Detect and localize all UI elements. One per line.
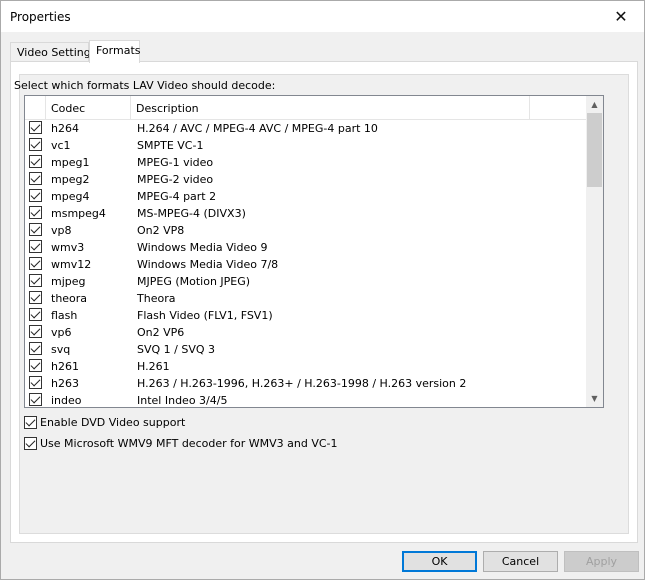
description-cell: H.264 / AVC / MPEG-4 AVC / MPEG-4 part 1…: [137, 122, 378, 135]
description-cell: MPEG-2 video: [137, 173, 214, 186]
wmv9-mft-checkbox[interactable]: [24, 437, 37, 450]
table-row[interactable]: wmv12 Windows Media Video 7/8: [25, 256, 586, 273]
table-row[interactable]: flash Flash Video (FLV1, FSV1): [25, 307, 586, 324]
header-check-column[interactable]: [25, 96, 46, 120]
row-checkbox[interactable]: [29, 223, 42, 236]
apply-button[interactable]: Apply: [564, 551, 639, 572]
row-checkbox[interactable]: [29, 121, 42, 134]
table-row[interactable]: vp8 On2 VP8: [25, 222, 586, 239]
description-cell: SVQ 1 / SVQ 3: [137, 343, 216, 356]
close-icon: ✕: [614, 7, 628, 26]
scrollbar-thumb[interactable]: [587, 113, 602, 187]
codec-cell: svq: [51, 343, 71, 356]
row-checkbox[interactable]: [29, 155, 42, 168]
codec-cell: h261: [51, 360, 79, 373]
cancel-button[interactable]: Cancel: [483, 551, 558, 572]
row-checkbox[interactable]: [29, 359, 42, 372]
description-cell: H.263 / H.263-1996, H.263+ / H.263-1998 …: [137, 377, 467, 390]
properties-dialog: Properties ✕ Video Settings Formats Sele…: [0, 0, 645, 580]
table-row[interactable]: wmv3 Windows Media Video 9: [25, 239, 586, 256]
description-cell: Flash Video (FLV1, FSV1): [137, 309, 273, 322]
row-checkbox[interactable]: [29, 240, 42, 253]
description-cell: H.261: [137, 360, 170, 373]
codec-cell: wmv3: [51, 241, 85, 254]
codec-cell: wmv12: [51, 258, 92, 271]
table-row[interactable]: msmpeg4 MS-MPEG-4 (DIVX3): [25, 205, 586, 222]
vertical-scrollbar[interactable]: ▲ ▼: [586, 96, 603, 407]
row-checkbox[interactable]: [29, 291, 42, 304]
codec-cell: h263: [51, 377, 79, 390]
description-cell: SMPTE VC-1: [137, 139, 204, 152]
wmv9-mft-label: Use Microsoft WMV9 MFT decoder for WMV3 …: [40, 437, 338, 450]
row-checkbox[interactable]: [29, 172, 42, 185]
chevron-up-icon: ▲: [591, 100, 598, 109]
table-row[interactable]: vc1 SMPTE VC-1: [25, 137, 586, 154]
ok-button[interactable]: OK: [402, 551, 477, 572]
row-checkbox[interactable]: [29, 257, 42, 270]
title-bar: Properties ✕: [1, 1, 644, 32]
description-cell: MS-MPEG-4 (DIVX3): [137, 207, 246, 220]
table-row[interactable]: indeo Intel Indeo 3/4/5: [25, 392, 586, 407]
table-row[interactable]: h263 H.263 / H.263-1996, H.263+ / H.263-1…: [25, 375, 586, 392]
window-title: Properties: [10, 10, 71, 24]
list-rows: h264 H.264 / AVC / MPEG-4 AVC / MPEG-4 pa…: [25, 120, 586, 407]
table-row[interactable]: h261 H.261: [25, 358, 586, 375]
row-checkbox[interactable]: [29, 274, 42, 287]
header-filler: [530, 96, 586, 120]
dvd-support-label: Enable DVD Video support: [40, 416, 186, 429]
description-cell: On2 VP6: [137, 326, 185, 339]
codec-cell: flash: [51, 309, 78, 322]
codec-cell: mpeg4: [51, 190, 90, 203]
scroll-up-button[interactable]: ▲: [586, 96, 603, 113]
description-cell: On2 VP8: [137, 224, 185, 237]
description-cell: Windows Media Video 7/8: [137, 258, 279, 271]
description-cell: Theora: [137, 292, 176, 305]
table-row[interactable]: mpeg2 MPEG-2 video: [25, 171, 586, 188]
codec-cell: mpeg1: [51, 156, 90, 169]
codec-cell: msmpeg4: [51, 207, 106, 220]
row-checkbox[interactable]: [29, 206, 42, 219]
table-row[interactable]: mpeg4 MPEG-4 part 2: [25, 188, 586, 205]
codec-cell: theora: [51, 292, 88, 305]
formats-prompt: Select which formats LAV Video should de…: [14, 79, 276, 92]
row-checkbox[interactable]: [29, 342, 42, 355]
table-row[interactable]: theora Theora: [25, 290, 586, 307]
codec-cell: indeo: [51, 394, 82, 407]
formats-list[interactable]: Codec Description h264 H.264 / AVC / MPEG…: [24, 95, 604, 408]
description-cell: MPEG-4 part 2: [137, 190, 217, 203]
header-codec[interactable]: Codec: [46, 96, 131, 120]
description-cell: Windows Media Video 9: [137, 241, 268, 254]
table-row[interactable]: h264 H.264 / AVC / MPEG-4 AVC / MPEG-4 pa…: [25, 120, 586, 137]
row-checkbox[interactable]: [29, 189, 42, 202]
row-checkbox[interactable]: [29, 138, 42, 151]
table-row[interactable]: svq SVQ 1 / SVQ 3: [25, 341, 586, 358]
tab-video-settings[interactable]: Video Settings: [10, 42, 96, 62]
close-button[interactable]: ✕: [598, 1, 644, 32]
codec-cell: mjpeg: [51, 275, 86, 288]
table-row[interactable]: mpeg1 MPEG-1 video: [25, 154, 586, 171]
dvd-support-checkbox[interactable]: [24, 416, 37, 429]
description-cell: Intel Indeo 3/4/5: [137, 394, 228, 407]
description-cell: MPEG-1 video: [137, 156, 214, 169]
header-description[interactable]: Description: [131, 96, 530, 120]
row-checkbox[interactable]: [29, 308, 42, 321]
tab-video-settings-label: Video Settings: [17, 46, 97, 59]
codec-cell: h264: [51, 122, 79, 135]
row-checkbox[interactable]: [29, 393, 42, 406]
codec-cell: mpeg2: [51, 173, 90, 186]
table-row[interactable]: vp6 On2 VP6: [25, 324, 586, 341]
list-header: Codec Description: [25, 96, 586, 120]
scroll-down-button[interactable]: ▼: [586, 390, 603, 407]
chevron-down-icon: ▼: [591, 394, 598, 403]
row-checkbox[interactable]: [29, 325, 42, 338]
row-checkbox[interactable]: [29, 376, 42, 389]
codec-cell: vp6: [51, 326, 72, 339]
tab-formats[interactable]: Formats: [89, 40, 141, 63]
codec-cell: vc1: [51, 139, 71, 152]
table-row[interactable]: mjpeg MJPEG (Motion JPEG): [25, 273, 586, 290]
tab-formats-label: Formats: [96, 44, 141, 57]
description-cell: MJPEG (Motion JPEG): [137, 275, 251, 288]
codec-cell: vp8: [51, 224, 72, 237]
